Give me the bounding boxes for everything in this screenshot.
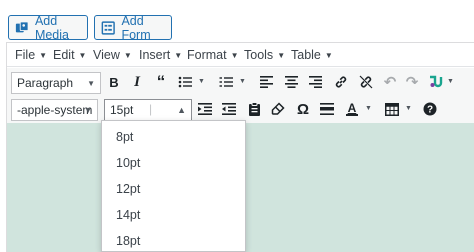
caret-down-icon[interactable]: ▼ [365, 105, 372, 112]
chevron-up-icon: ▲ [177, 105, 186, 115]
help-icon[interactable]: ? [421, 100, 439, 118]
caret-down-icon: ▼ [39, 51, 48, 60]
menu-format-label: Format [187, 48, 227, 62]
caret-down-icon[interactable]: ▼ [447, 78, 454, 85]
menu-edit-label: Edit [53, 48, 75, 62]
toolbar-primary: Paragraph ▼ B I “ ▼ ▼ ↶ ↷ ▼ [7, 68, 474, 98]
menu-table[interactable]: Table ▼ [291, 48, 333, 62]
add-form-button[interactable]: Add Form [94, 13, 172, 42]
font-size-select[interactable]: 15pt | ▲ [104, 99, 192, 121]
format-select-value: Paragraph [17, 76, 74, 90]
form-icon [101, 20, 115, 35]
menu-view[interactable]: View ▼ [93, 48, 132, 62]
numbered-list-icon[interactable] [217, 73, 235, 91]
outdent-icon[interactable] [220, 100, 238, 118]
caret-down-icon: ▼ [230, 51, 239, 60]
add-media-label: Add Media [34, 13, 69, 42]
link-icon[interactable] [332, 73, 350, 91]
font-size-dropdown: 8pt 10pt 12pt 14pt 18pt [101, 120, 246, 252]
caret-down-icon: ▼ [174, 51, 183, 60]
caret-down-icon: ▼ [277, 51, 286, 60]
font-family-select[interactable]: -apple-system ▼ [11, 99, 98, 121]
media-icon [15, 20, 29, 32]
menubar: File ▼ Edit ▼ View ▼ Insert ▼ Format ▼ Tools ▼… [7, 43, 474, 67]
caret-down-icon[interactable]: ▼ [405, 105, 412, 112]
menu-format[interactable]: Format ▼ [187, 48, 239, 62]
paste-icon[interactable] [245, 100, 263, 118]
add-form-label: Add Form [121, 13, 151, 42]
chevron-down-icon: ▼ [87, 79, 95, 88]
text-cursor-icon: | [149, 102, 153, 116]
eraser-icon[interactable] [269, 100, 287, 118]
plugin-logo-icon[interactable] [427, 73, 445, 91]
bullet-list-icon[interactable] [176, 73, 194, 91]
chevron-down-icon: ▼ [84, 106, 92, 115]
menu-table-label: Table [291, 48, 321, 62]
menu-file[interactable]: File ▼ [15, 48, 47, 62]
unlink-icon[interactable] [357, 73, 375, 91]
font-size-option[interactable]: 14pt [116, 208, 140, 222]
menu-edit[interactable]: Edit ▼ [53, 48, 86, 62]
redo-icon[interactable]: ↷ [403, 73, 421, 91]
menu-tools-label: Tools [244, 48, 274, 62]
menu-view-label: View [93, 48, 120, 62]
bold-icon[interactable]: B [105, 73, 123, 91]
media-buttons-row: Add Media Add Form [0, 0, 474, 42]
font-size-option[interactable]: 8pt [116, 130, 133, 144]
menu-insert-label: Insert [139, 48, 171, 62]
svg-text:?: ? [427, 105, 433, 116]
caret-down-icon: ▼ [78, 51, 87, 60]
caret-down-icon[interactable]: ▼ [198, 78, 205, 85]
align-right-icon[interactable] [306, 73, 324, 91]
undo-icon[interactable]: ↶ [381, 73, 399, 91]
align-center-icon[interactable] [282, 73, 300, 91]
menu-tools[interactable]: Tools ▼ [244, 48, 285, 62]
add-media-button[interactable]: Add Media [8, 13, 88, 42]
text-color-icon[interactable]: A [343, 100, 361, 118]
format-select[interactable]: Paragraph ▼ [11, 72, 101, 94]
horizontal-rule-icon[interactable] [318, 100, 336, 118]
menu-insert[interactable]: Insert ▼ [139, 48, 182, 62]
font-family-select-value: -apple-system [17, 103, 93, 117]
omega-icon[interactable]: Ω [294, 100, 312, 118]
blockquote-icon[interactable]: “ [152, 72, 170, 91]
indent-icon[interactable] [196, 100, 214, 118]
caret-down-icon[interactable]: ▼ [239, 78, 246, 85]
caret-down-icon: ▼ [123, 51, 132, 60]
svg-text:A: A [348, 101, 357, 115]
table-icon[interactable] [383, 100, 401, 118]
align-left-icon[interactable] [257, 73, 275, 91]
font-size-option[interactable]: 18pt [116, 234, 140, 248]
font-size-option[interactable]: 10pt [116, 156, 140, 170]
menu-file-label: File [15, 48, 36, 62]
font-size-option[interactable]: 12pt [116, 182, 140, 196]
caret-down-icon: ▼ [324, 51, 333, 60]
italic-icon[interactable]: I [128, 73, 146, 91]
font-size-select-value: 15pt [110, 103, 134, 117]
